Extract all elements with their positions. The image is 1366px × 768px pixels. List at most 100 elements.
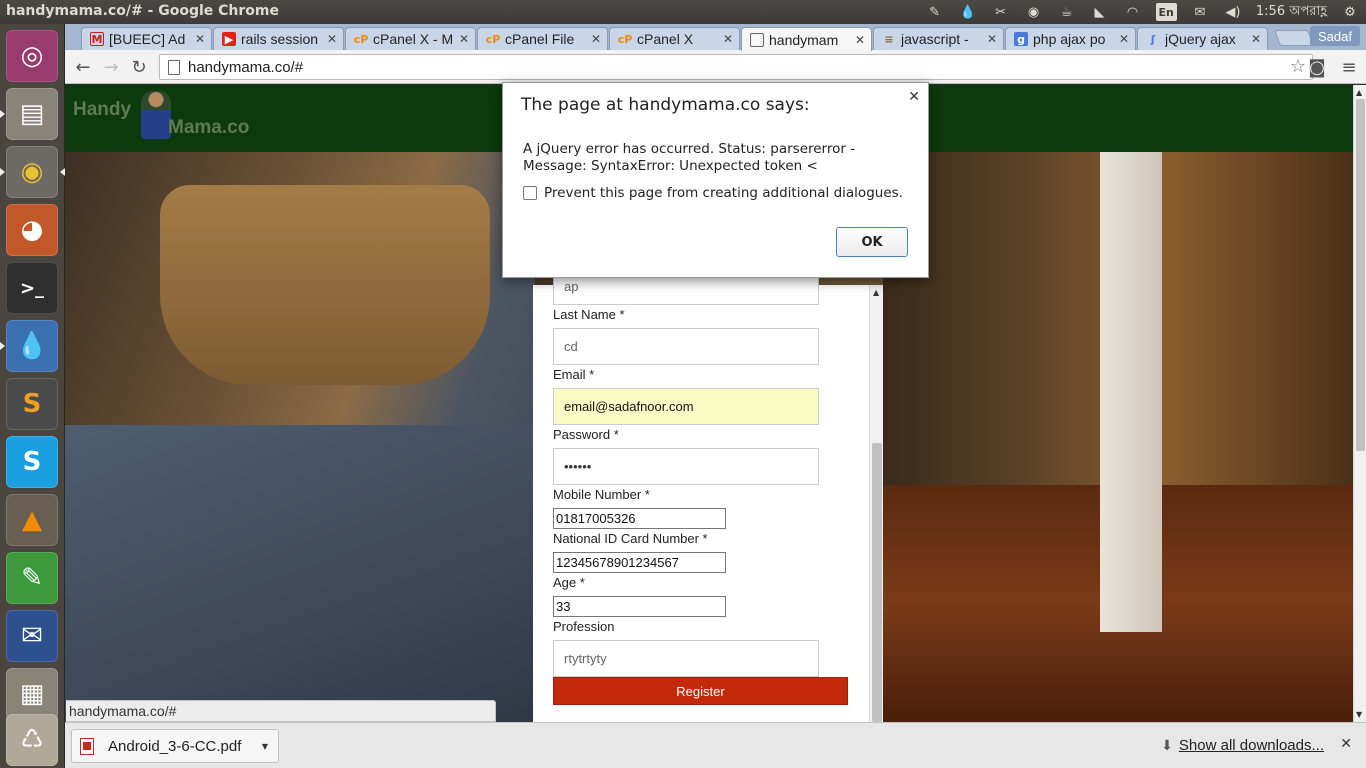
close-icon[interactable]: ✕	[1119, 32, 1129, 46]
last-name-field[interactable]: cd	[553, 328, 819, 365]
dropbox-icon[interactable]: 💧	[6, 320, 58, 372]
show-all-downloads-link[interactable]: Show all downloads...	[1179, 737, 1324, 754]
scroll-down-arrow-icon[interactable]: ▼	[1356, 710, 1362, 719]
terminal-icon[interactable]: >_	[6, 262, 58, 314]
close-icon[interactable]: ✕	[327, 32, 337, 46]
close-icon[interactable]: ✕	[855, 33, 865, 47]
reload-icon[interactable]: ↻	[127, 56, 151, 78]
dropbox-icon[interactable]: 💧	[958, 3, 978, 21]
close-icon[interactable]: ✕	[1251, 32, 1261, 46]
age-field[interactable]: 33	[553, 596, 726, 617]
ok-button[interactable]: OK	[836, 227, 908, 257]
address-bar[interactable]: handymama.co/# ☆	[159, 54, 1313, 80]
prevent-dialogs-label[interactable]: Prevent this page from creating addition…	[544, 185, 903, 201]
scroll-up-arrow-icon[interactable]: ▲	[1356, 88, 1362, 97]
prevent-dialogs-checkbox[interactable]	[523, 186, 537, 200]
sublime-text-icon[interactable]: S	[6, 378, 58, 430]
profession-label: Profession	[553, 619, 615, 634]
profile-button[interactable]: Sadaf	[1310, 26, 1360, 46]
close-icon[interactable]: ✕	[195, 32, 205, 46]
form-scrollbar[interactable]: ▲	[869, 285, 883, 722]
running-indicator	[0, 110, 5, 118]
thunderbird-icon[interactable]: ✉	[6, 610, 58, 662]
page-scrollbar[interactable]: ▲ ▼	[1353, 85, 1366, 722]
tab-label: cPanel X - M	[373, 31, 454, 47]
tab-gmail[interactable]: M [BUEEC] Ad ✕	[81, 27, 212, 50]
volume-icon[interactable]: ◀)	[1223, 3, 1243, 21]
download-file-name: Android_3-6-CC.pdf	[108, 737, 242, 755]
address-bar-url[interactable]: handymama.co/#	[188, 59, 303, 76]
gear-icon[interactable]: ⚙	[1340, 3, 1360, 21]
logo-text-handy: Handy	[73, 99, 132, 120]
skype-icon[interactable]: S	[6, 436, 58, 488]
tab-label: php ajax po	[1033, 31, 1106, 47]
forward-arrow-icon[interactable]: →	[99, 56, 123, 78]
text-editor-icon[interactable]: ✎	[6, 552, 58, 604]
page-icon	[750, 32, 764, 47]
scroll-up-arrow-icon[interactable]: ▲	[873, 288, 879, 297]
wifi-icon[interactable]: ◠	[1123, 3, 1143, 21]
pocket-icon[interactable]: ◙	[1305, 56, 1329, 78]
close-icon[interactable]: ✕	[987, 32, 997, 46]
close-icon[interactable]: ✕	[591, 32, 601, 46]
stackoverflow-icon: ≡	[884, 32, 894, 46]
close-icon[interactable]: ✕	[1340, 736, 1352, 752]
show-all-downloads[interactable]: ⬇ Show all downloads...	[1161, 737, 1324, 754]
tab-javascript[interactable]: ≡ javascript - ✕	[873, 27, 1004, 50]
back-arrow-icon[interactable]: ←	[71, 56, 95, 78]
clock[interactable]: 1:56 অপরাহ্ণ	[1256, 3, 1327, 21]
chrome-icon[interactable]: ◉	[6, 146, 58, 198]
vlc-icon[interactable]: ▲	[6, 494, 58, 546]
register-button[interactable]: Register	[553, 677, 848, 705]
site-logo[interactable]: Handy Mama.co	[73, 91, 249, 139]
chrome-icon[interactable]: ◉	[1024, 3, 1044, 21]
cpanel-icon: cP	[617, 32, 633, 46]
email-field[interactable]: email@sadafnoor.com	[553, 388, 819, 425]
page-scrollbar-thumb[interactable]	[1356, 99, 1365, 451]
cpanel-icon: cP	[485, 32, 501, 46]
status-url-bubble: handymama.co/#	[66, 700, 496, 722]
ubuntu-dash-icon[interactable]: ◎	[6, 30, 58, 82]
mail-icon[interactable]: ✉	[1190, 3, 1210, 21]
firefox-icon[interactable]: ◕	[6, 204, 58, 256]
keyboard-language[interactable]: En	[1155, 3, 1177, 21]
cup-icon[interactable]: ☕	[1057, 3, 1077, 21]
tab-cpanel-file[interactable]: cP cPanel File ✕	[477, 27, 608, 50]
tab-cpanel-x[interactable]: cP cPanel X ✕	[609, 27, 740, 50]
chevron-down-icon[interactable]: ▼	[257, 729, 273, 763]
form-scrollbar-thumb[interactable]	[872, 443, 882, 722]
bookmark-star-icon[interactable]: ☆	[1290, 56, 1306, 77]
new-tab-button[interactable]	[1274, 30, 1314, 46]
mobile-number-field[interactable]: 01817005326	[553, 508, 726, 529]
tab-handymama[interactable]: handymam ✕	[741, 27, 872, 51]
logo-text-mama: Mama.co	[168, 117, 250, 138]
files-icon[interactable]: ▤	[6, 88, 58, 140]
youtube-icon: ▶	[222, 32, 236, 46]
unity-launcher: ◎ ▤ ◉ ◕ >_ 💧 S S ▲ ✎ ✉ ▦ ♺	[0, 24, 65, 768]
national-id-field[interactable]: 12345678901234567	[553, 552, 726, 573]
tab-label: jQuery ajax	[1165, 31, 1236, 47]
running-indicator	[0, 342, 5, 350]
software-center-icon[interactable]: ▦	[6, 668, 58, 720]
tab-label: cPanel File	[505, 31, 575, 47]
scissors-icon[interactable]: ✂	[991, 3, 1011, 21]
trash-icon[interactable]: ♺	[6, 714, 58, 766]
tab-cpanel-x-m[interactable]: cP cPanel X - M ✕	[345, 27, 476, 50]
edit-icon[interactable]: ✎	[925, 3, 945, 21]
download-item[interactable]: Android_3-6-CC.pdf	[71, 729, 279, 763]
tab-youtube[interactable]: ▶ rails session ✕	[213, 27, 344, 50]
tab-php-ajax[interactable]: g php ajax po ✕	[1005, 27, 1136, 50]
close-icon[interactable]: ✕	[908, 89, 920, 105]
tab-label: [BUEEC] Ad	[109, 31, 186, 47]
menu-icon[interactable]: ≡	[1337, 56, 1361, 78]
password-field[interactable]: ••••••	[553, 448, 819, 485]
rss-icon[interactable]: ◣	[1090, 3, 1110, 21]
system-tray: ✎ 💧 ✂ ◉ ☕ ◣ ◠ En ✉ ◀) 1:56 অপরাহ্ণ ⚙	[925, 2, 1360, 22]
mobile-number-label: Mobile Number *	[553, 487, 650, 502]
tab-jquery-ajax[interactable]: ʃ jQuery ajax ✕	[1137, 27, 1268, 50]
gmail-icon: M	[90, 32, 104, 46]
close-icon[interactable]: ✕	[723, 32, 733, 46]
profession-field[interactable]: rtytrtyty	[553, 640, 819, 677]
tool-belt-image	[160, 185, 490, 385]
close-icon[interactable]: ✕	[459, 32, 469, 46]
